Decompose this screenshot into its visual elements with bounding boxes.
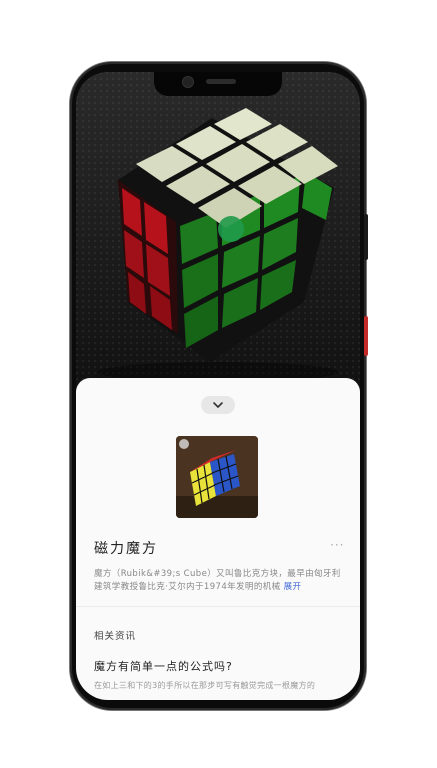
result-bottom-sheet: 磁力魔方 ··· 魔方（Rubik&#39;s Cube）又叫鲁比克方块，最早由… — [76, 378, 360, 700]
related-news-item-title[interactable]: 魔方有简单一点的公式吗? — [94, 658, 233, 674]
description-text: 魔方（Rubik&#39;s Cube）又叫鲁比克方块，最早由匈牙利建筑学教授鲁… — [94, 569, 341, 592]
result-title: 磁力魔方 — [94, 541, 158, 557]
expand-link[interactable]: 展开 — [284, 582, 302, 592]
front-camera-icon — [182, 76, 194, 88]
phone-screen: 磁力魔方 ··· 魔方（Rubik&#39;s Cube）又叫鲁比克方块，最早由… — [76, 72, 360, 700]
rubiks-cube-thumbnail-image — [176, 436, 258, 518]
section-divider — [76, 606, 360, 607]
earpiece-speaker — [206, 79, 236, 84]
more-options-icon[interactable]: ··· — [330, 538, 344, 552]
collapse-sheet-button[interactable] — [201, 396, 235, 414]
result-description: 魔方（Rubik&#39;s Cube）又叫鲁比克方块，最早由匈牙利建筑学教授鲁… — [94, 568, 344, 594]
related-news-item-snippet[interactable]: 在如上三和下的3的手所以在那步可写有触觉完成一根魔方的 — [94, 680, 354, 691]
power-button — [364, 214, 368, 260]
result-thumbnail[interactable] — [176, 436, 258, 518]
rubiks-cube-illustration — [98, 108, 338, 382]
related-news-label: 相关资讯 — [94, 631, 137, 642]
chevron-down-icon — [213, 402, 223, 408]
side-red-button — [364, 316, 368, 356]
camera-viewfinder-photo[interactable] — [76, 72, 360, 382]
focus-point-indicator — [218, 216, 244, 242]
notch — [154, 72, 282, 96]
